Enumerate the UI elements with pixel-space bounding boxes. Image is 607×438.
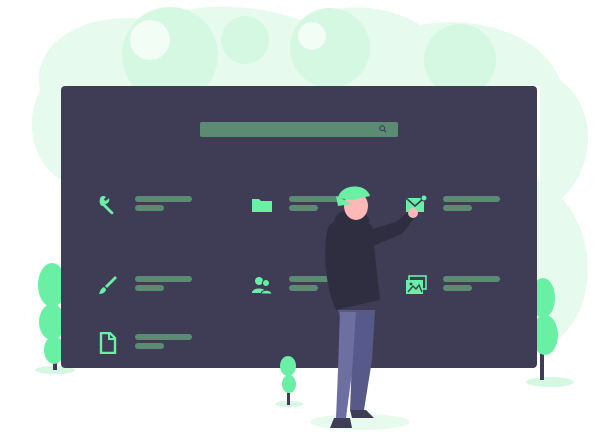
foreground-illustration: [275, 186, 418, 430]
center-plant: [275, 356, 303, 407]
illustration-scene: [0, 0, 607, 438]
person-figure: [310, 186, 418, 430]
